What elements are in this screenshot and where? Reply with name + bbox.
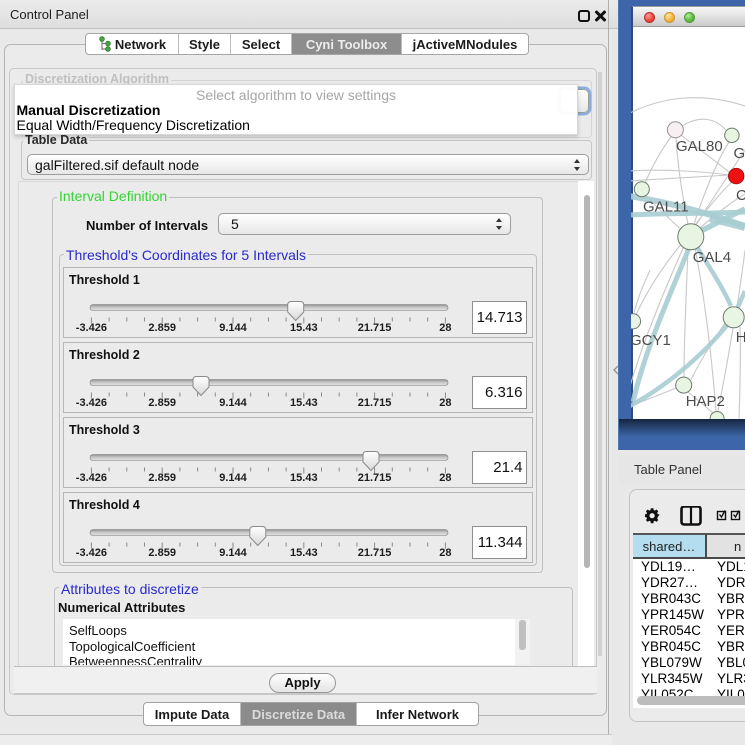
svg-text:H: H	[736, 329, 745, 346]
svg-text:C: C	[736, 187, 745, 204]
svg-text:GAL4: GAL4	[693, 249, 731, 266]
svg-text:GAL11: GAL11	[643, 199, 689, 216]
svg-text:HAP2: HAP2	[686, 393, 725, 410]
svg-text:GAL80: GAL80	[676, 138, 723, 155]
svg-text:GCY1: GCY1	[631, 332, 671, 349]
svg-text:GA: GA	[734, 145, 745, 162]
